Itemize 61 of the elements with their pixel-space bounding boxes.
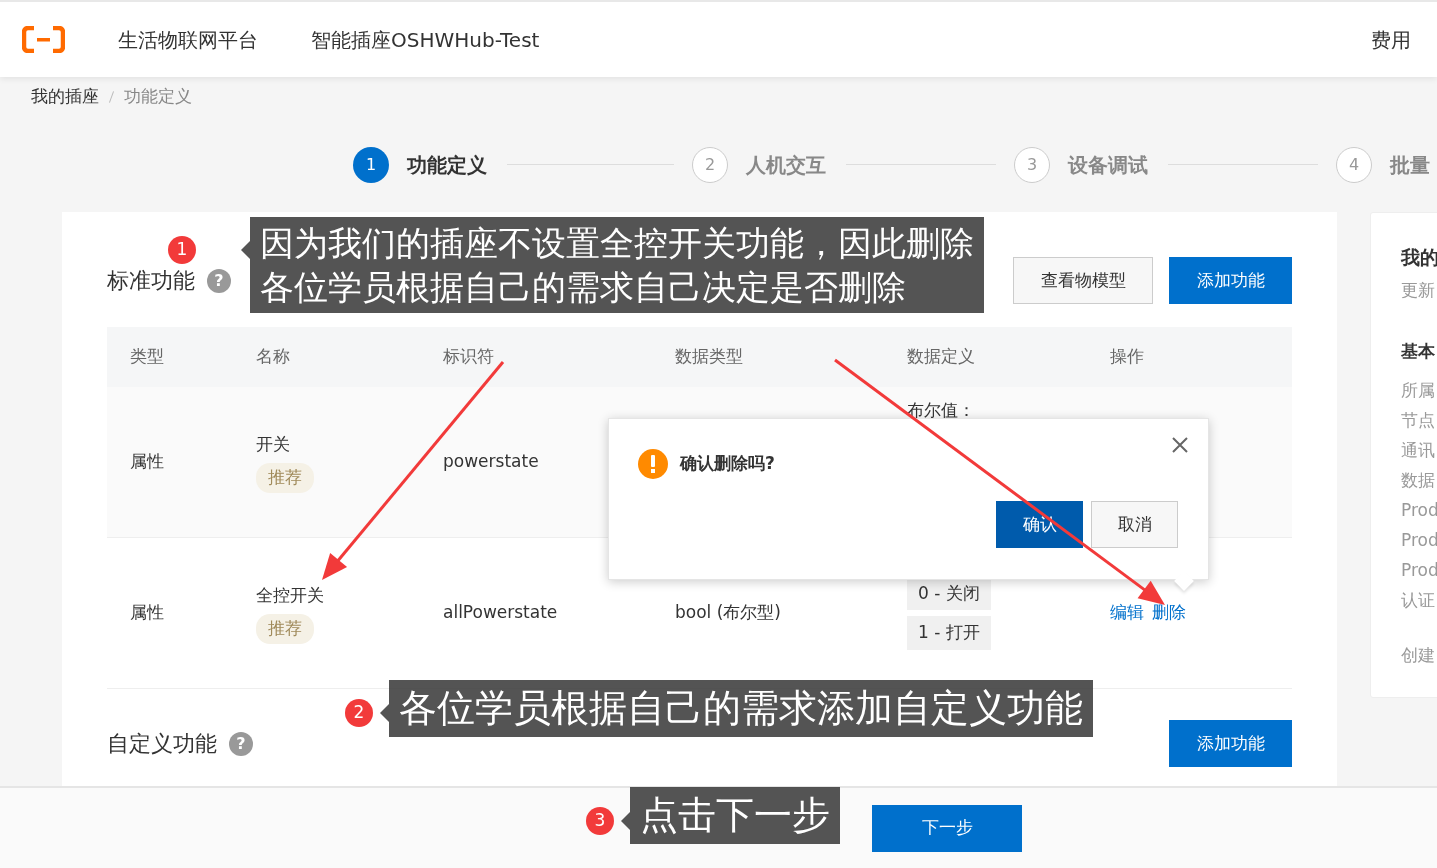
panel-item: 认证: [1401, 588, 1436, 612]
panel-item: 数据: [1401, 468, 1436, 492]
table-cell-text: 属性: [130, 601, 165, 625]
callout-text: 各位学员根据自己的需求自己决定是否删除: [260, 266, 907, 310]
warning-icon: [638, 449, 668, 479]
panel-section-title: 基本: [1401, 340, 1436, 363]
column-header: 操作: [1110, 345, 1145, 369]
step-number: 1: [353, 146, 389, 183]
function-name: 开关: [256, 432, 291, 456]
section-title: 自定义功能: [107, 730, 217, 758]
edit-link[interactable]: 编辑: [1110, 602, 1144, 623]
recommended-tag: 推荐: [256, 614, 314, 644]
product-name[interactable]: 智能插座OSHWHub-Test: [311, 24, 540, 55]
column-header: 类型: [130, 345, 165, 369]
column-header: 标识符: [443, 345, 495, 369]
help-icon[interactable]: ?: [207, 268, 231, 293]
identifier-cell: allPowerstate: [443, 602, 558, 623]
panel-item: 节点: [1401, 408, 1436, 432]
panel-footer-text: 创建: [1401, 643, 1436, 667]
value-chip: 1 - 打开: [907, 616, 991, 650]
callout-text: 点击下一步: [640, 792, 830, 839]
column-header: 名称: [256, 345, 291, 369]
view-model-button[interactable]: 查看物模型: [1013, 257, 1153, 304]
breadcrumb-current: 功能定义: [124, 85, 192, 109]
function-name: 全控开关: [256, 583, 325, 607]
callout-text: 各位学员根据自己的需求添加自定义功能: [399, 685, 1083, 732]
step-label[interactable]: 人机交互: [746, 149, 826, 180]
panel-item: 所属: [1401, 378, 1436, 402]
next-step-button[interactable]: 下一步: [872, 804, 1022, 852]
table-cell-text: bool (布尔型): [675, 601, 782, 625]
panel-item: Prod: [1401, 558, 1437, 582]
delete-link[interactable]: 删除: [1152, 602, 1186, 623]
identifier-cell: powerstate: [443, 451, 539, 472]
column-header: 数据定义: [907, 345, 976, 369]
fees-link[interactable]: 费用: [1371, 24, 1411, 55]
panel-item: 通讯: [1401, 438, 1436, 462]
step-label[interactable]: 功能定义: [407, 149, 487, 180]
callout-text: 因为我们的插座不设置全控开关功能，因此删除: [260, 222, 974, 265]
section-title: 标准功能: [107, 267, 195, 295]
column-header: 数据类型: [675, 345, 744, 369]
panel-subtitle: 更新: [1401, 278, 1436, 302]
close-icon[interactable]: [1172, 437, 1188, 453]
add-function-button[interactable]: 添加功能: [1169, 720, 1292, 767]
logo-icon[interactable]: [22, 26, 65, 53]
step-number: 3: [1014, 146, 1050, 183]
cancel-button[interactable]: 取消: [1091, 501, 1178, 548]
panel-title: 我的: [1401, 245, 1437, 270]
dialog-message: 确认删除吗?: [680, 452, 775, 476]
step-number: 4: [1336, 146, 1372, 183]
recommended-tag: 推荐: [256, 463, 314, 493]
definition-label: 布尔值：: [907, 400, 975, 420]
breadcrumb-link[interactable]: 我的插座: [31, 84, 99, 110]
platform-title[interactable]: 生活物联网平台: [118, 24, 258, 55]
panel-item: Prod: [1401, 528, 1437, 552]
panel-item: Prod: [1401, 498, 1437, 522]
add-function-button[interactable]: 添加功能: [1169, 257, 1292, 304]
step-label[interactable]: 批量: [1390, 149, 1430, 180]
step-label[interactable]: 设备调试: [1068, 149, 1148, 180]
step-number: 2: [692, 146, 728, 183]
help-icon[interactable]: ?: [229, 731, 253, 756]
table-cell-text: 属性: [130, 450, 165, 474]
